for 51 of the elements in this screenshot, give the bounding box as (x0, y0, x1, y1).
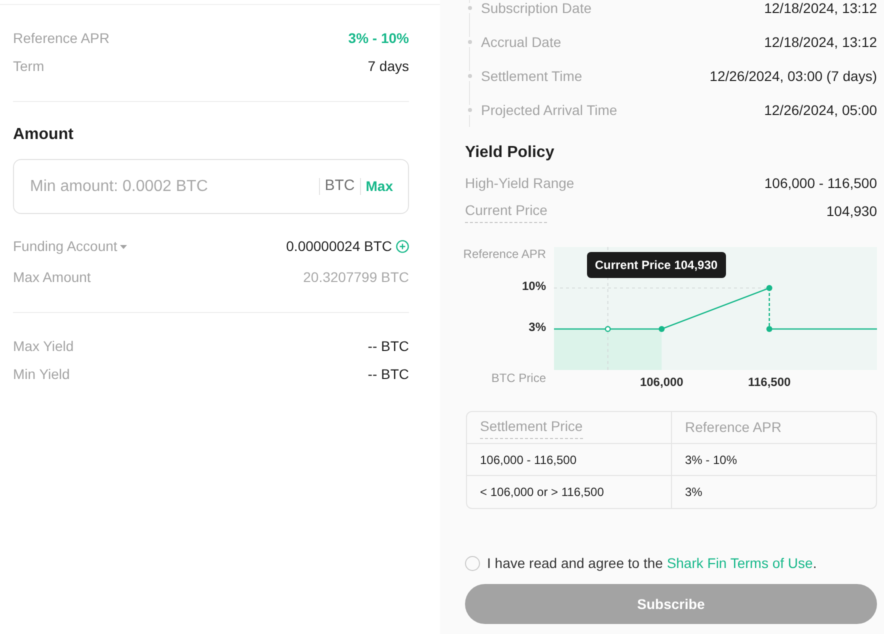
currency-unit: BTC (324, 176, 356, 196)
column-header: Reference APR (685, 418, 782, 437)
summary-value: 7 days (368, 56, 409, 76)
funding-balance: 0.00000024 BTC (286, 237, 392, 256)
funding-account-dropdown[interactable]: Funding Account (13, 236, 128, 257)
timeline-label: Subscription Date (481, 0, 592, 18)
table-cell-text: 106,000 - 116,500 (480, 452, 577, 468)
timeline-value: 12/26/2024, 05:00 (764, 100, 877, 120)
summary-label: Reference APR (13, 28, 110, 48)
table-cell-text: 3% (685, 484, 702, 501)
data-point-icon (658, 326, 665, 332)
summary-value: 3% - 10% (348, 28, 409, 48)
plus-circle-icon[interactable] (396, 240, 409, 253)
amount-heading: Amount (13, 125, 74, 145)
table-cell-text: < 106,000 or > 116,500 (480, 484, 604, 501)
current-price-tooltip: Current Price 104,930 (586, 252, 726, 278)
y-axis-title: Reference APR (463, 247, 546, 261)
column-header: Settlement Price (480, 416, 583, 439)
timeline-label: Settlement Time (481, 66, 582, 86)
max-button[interactable]: Max (360, 176, 393, 197)
policy-label: Current Price (465, 200, 548, 222)
data-point-icon (766, 326, 772, 332)
yield-label: Max Yield (13, 336, 74, 356)
policy-value: 106,000 - 116,500 (764, 174, 877, 192)
current-price-marker-icon (604, 326, 611, 332)
x-tick-label: 116,500 (748, 375, 791, 389)
max-amount-label: Max Amount (13, 268, 91, 287)
y-tick-label: 10% (520, 279, 546, 293)
yield-value: -- BTC (368, 364, 409, 384)
timeline-value: 12/26/2024, 03:00 (7 days) (710, 66, 877, 86)
terms-link[interactable]: Shark Fin Terms of Use (666, 555, 813, 571)
summary-label: Term (13, 56, 44, 76)
agreement-text: I have read and agree to the Shark Fin Terms of Use. (487, 554, 817, 573)
agree-checkbox[interactable] (465, 556, 480, 570)
policy-label: High-Yield Range (465, 174, 574, 193)
amount-input-field[interactable]: Min amount: 0.0002 BTC BTC Max (13, 159, 409, 214)
max-amount-value: 20.3207799 BTC (303, 268, 409, 287)
data-point-icon (766, 285, 772, 291)
x-tick-label: 106,000 (640, 375, 684, 389)
yield-value: -- BTC (368, 336, 409, 356)
y-tick-label: 3% (528, 320, 546, 334)
timeline-label: Accrual Date (481, 32, 562, 52)
x-axis-title: BTC Price (491, 371, 546, 385)
yield-label: Min Yield (13, 364, 70, 384)
caret-down-icon (120, 244, 128, 248)
timeline-value: 12/18/2024, 13:12 (764, 32, 877, 52)
yield-policy-heading: Yield Policy (465, 143, 556, 163)
timeline-value: 12/18/2024, 13:12 (764, 0, 877, 18)
table-cell-text: 3% - 10% (685, 452, 738, 468)
timeline-label: Projected Arrival Time (481, 100, 618, 120)
policy-value: 104,930 (826, 202, 877, 220)
